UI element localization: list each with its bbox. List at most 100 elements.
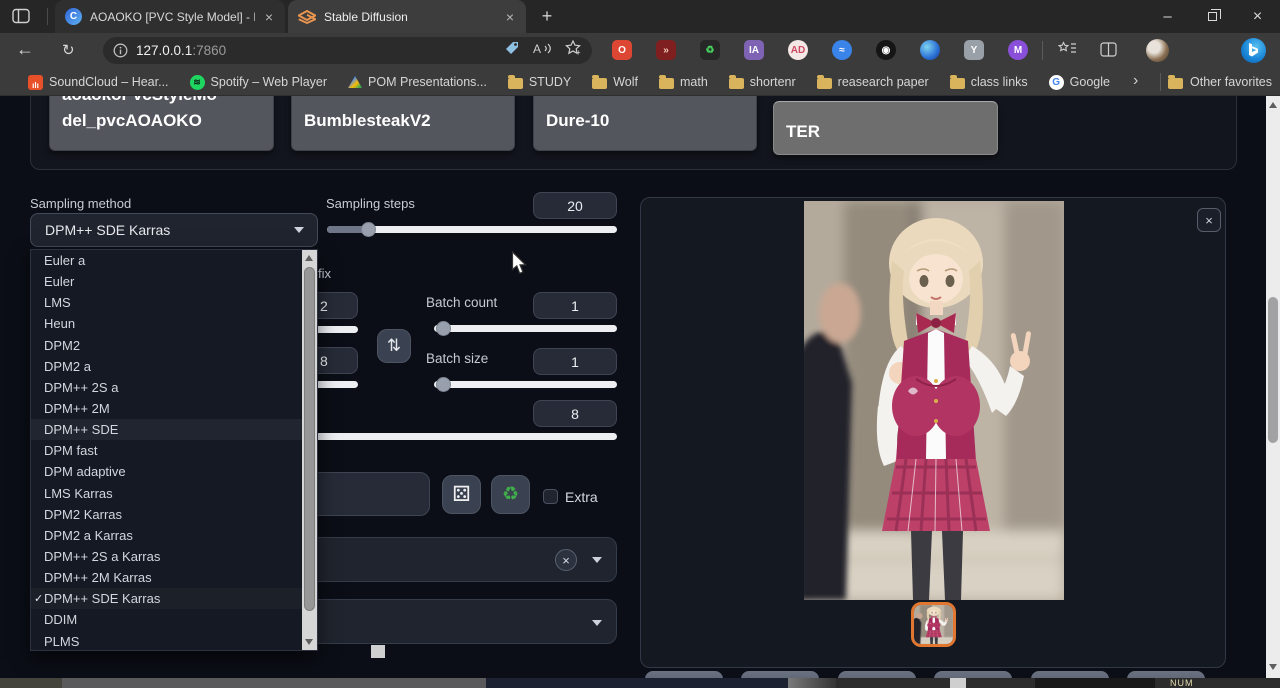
sampler-option-label: DPM2 a: [44, 359, 91, 374]
sampling-steps-input[interactable]: 20: [533, 192, 617, 219]
fast-forward-extension-icon[interactable]: »: [656, 40, 676, 60]
sampling-steps-slider[interactable]: [327, 226, 617, 233]
bookmark-label: class links: [971, 75, 1028, 89]
sampler-option-dpm2[interactable]: DPM2: [31, 335, 302, 356]
sampling-method-select[interactable]: DPM++ SDE Karras: [30, 213, 318, 247]
dice-icon[interactable]: ⚄: [442, 475, 481, 514]
sampler-option-dpm-adaptive[interactable]: DPM adaptive: [31, 461, 302, 482]
bookmark-shortenr[interactable]: shortenr: [729, 75, 796, 89]
model-card-name: TER: [786, 122, 820, 142]
tab-close-icon[interactable]: ×: [263, 10, 275, 24]
other-favorites[interactable]: Other favorites: [1168, 68, 1272, 96]
bookmarks-overflow-icon[interactable]: ›: [1133, 72, 1138, 90]
slider-handle[interactable]: [436, 321, 451, 336]
bookmark-study[interactable]: STUDY: [508, 75, 571, 89]
batch-size-input[interactable]: 1: [533, 348, 617, 375]
bookmark-pom-presentations[interactable]: POM Presentations...: [348, 75, 487, 89]
slider-handle[interactable]: [361, 222, 376, 237]
dropdown-scrollbar-thumb[interactable]: [304, 267, 315, 611]
generated-image[interactable]: [804, 201, 1064, 600]
bookmark-reasearch-paper[interactable]: reasearch paper: [817, 75, 929, 89]
swap-dimensions-button[interactable]: ⇅: [377, 329, 411, 363]
split-screen-icon[interactable]: [1100, 42, 1117, 62]
collections-icon[interactable]: [1058, 40, 1077, 62]
favorite-star-icon[interactable]: +: [565, 40, 582, 61]
y-extension-icon[interactable]: Y: [964, 40, 984, 60]
bookmark-wolf[interactable]: Wolf: [592, 75, 638, 89]
tab-stable-diffusion[interactable]: Stable Diffusion ×: [288, 0, 526, 33]
adblock-extension-icon[interactable]: AD: [788, 40, 808, 60]
model-card-del-pvcaoaoko[interactable]: aoaokoPvcStyleMo del_pvcAOAOKO: [49, 96, 274, 151]
sampler-option-dpm-2m-karras[interactable]: DPM++ 2M Karras: [31, 567, 302, 588]
spotify-icon: ≋: [190, 75, 205, 90]
trash-extension-icon[interactable]: ♻: [700, 40, 720, 60]
address-bar[interactable]: 127.0.0.1:7860 A +: [103, 37, 592, 64]
scroll-down-icon[interactable]: [305, 639, 313, 645]
m-extension-icon[interactable]: M: [1008, 40, 1028, 60]
bookmark-google[interactable]: GGoogle: [1049, 75, 1110, 90]
sampler-option-label: DPM fast: [44, 443, 97, 458]
sampler-option-euler[interactable]: Euler: [31, 271, 302, 292]
page-scrollbar[interactable]: [1266, 96, 1280, 688]
bookmark-soundcloud-hear[interactable]: ılıSoundCloud – Hear...: [28, 75, 169, 90]
gallery-thumbnail[interactable]: [911, 602, 956, 647]
batch-count-slider[interactable]: [434, 325, 617, 332]
sampler-option-dpm-2m[interactable]: DPM++ 2M: [31, 398, 302, 419]
globe-extension-icon[interactable]: [920, 40, 940, 60]
sampler-option-dpm-sde-karras[interactable]: ✓DPM++ SDE Karras: [31, 588, 302, 609]
sampler-option-plms[interactable]: PLMS: [31, 631, 302, 652]
sampler-option-dpm-fast[interactable]: DPM fast: [31, 440, 302, 461]
reload-icon[interactable]: ↻: [62, 41, 75, 59]
sampler-option-dpm2-a-karras[interactable]: DPM2 a Karras: [31, 525, 302, 546]
sampler-option-dpm-2s-a[interactable]: DPM++ 2S a: [31, 377, 302, 398]
cfg-scale-input[interactable]: 8: [533, 400, 617, 427]
minimize-button[interactable]: –: [1145, 0, 1190, 33]
clear-icon[interactable]: ×: [555, 549, 577, 571]
bookmark-math[interactable]: math: [659, 75, 708, 89]
tab-civitai[interactable]: C AOAOKO [PVC Style Model] - PV ×: [55, 0, 285, 33]
tag-icon[interactable]: [504, 40, 520, 61]
model-card-dure-10[interactable]: Dure-10: [533, 96, 757, 151]
sampler-option-lms[interactable]: LMS: [31, 292, 302, 313]
sampler-option-dpm2-karras[interactable]: DPM2 Karras: [31, 504, 302, 525]
shazam-extension-icon[interactable]: ≈: [832, 40, 852, 60]
extra-checkbox[interactable]: [543, 489, 558, 504]
scroll-down-icon[interactable]: [1269, 664, 1277, 670]
page-scrollbar-thumb[interactable]: [1268, 297, 1278, 443]
site-info-icon[interactable]: [113, 43, 128, 58]
sampler-option-lms-karras[interactable]: LMS Karras: [31, 483, 302, 504]
tab-actions-icon[interactable]: [12, 8, 30, 29]
sampler-option-dpm-sde[interactable]: DPM++ SDE: [31, 419, 302, 440]
sampler-option-heun[interactable]: Heun: [31, 313, 302, 334]
check-icon: ✓: [31, 592, 44, 605]
restore-button[interactable]: [1190, 0, 1235, 33]
scroll-up-icon[interactable]: [1269, 102, 1277, 108]
recycle-icon[interactable]: ♻: [491, 475, 530, 514]
model-card-bumblesteakv2[interactable]: BumblesteakV2: [291, 96, 515, 151]
slider-handle[interactable]: [436, 377, 451, 392]
pin-extension-icon[interactable]: ◉: [876, 40, 896, 60]
batch-size-slider[interactable]: [434, 381, 617, 388]
sampler-option-euler-a[interactable]: Euler a: [31, 250, 302, 271]
ia-extension-icon[interactable]: IA: [744, 40, 764, 60]
batch-count-input[interactable]: 1: [533, 292, 617, 319]
scroll-up-icon[interactable]: [305, 255, 313, 261]
tab-close-icon[interactable]: ×: [504, 10, 516, 24]
bookmark-class-links[interactable]: class links: [950, 75, 1028, 89]
close-button[interactable]: ×: [1235, 0, 1280, 33]
new-tab-button[interactable]: +: [534, 3, 560, 29]
sampler-option-label: Euler: [44, 274, 74, 289]
sampler-option-dpm2-a[interactable]: DPM2 a: [31, 356, 302, 377]
o-extension-icon[interactable]: O: [612, 40, 632, 60]
gallery-close-button[interactable]: ×: [1197, 208, 1221, 232]
read-aloud-icon[interactable]: A: [533, 41, 552, 61]
url-text[interactable]: 127.0.0.1:7860: [136, 43, 226, 58]
model-card-ter[interactable]: TER: [773, 101, 998, 155]
bookmark-spotify-web-player[interactable]: ≋Spotify – Web Player: [190, 75, 328, 90]
bing-chat-icon[interactable]: [1241, 38, 1266, 63]
back-icon[interactable]: ←: [16, 39, 34, 60]
profile-avatar[interactable]: [1146, 39, 1169, 62]
sampler-option-dpm-2s-a-karras[interactable]: DPM++ 2S a Karras: [31, 546, 302, 567]
dropdown-scrollbar[interactable]: [302, 250, 317, 650]
sampler-option-ddim[interactable]: DDIM: [31, 609, 302, 630]
